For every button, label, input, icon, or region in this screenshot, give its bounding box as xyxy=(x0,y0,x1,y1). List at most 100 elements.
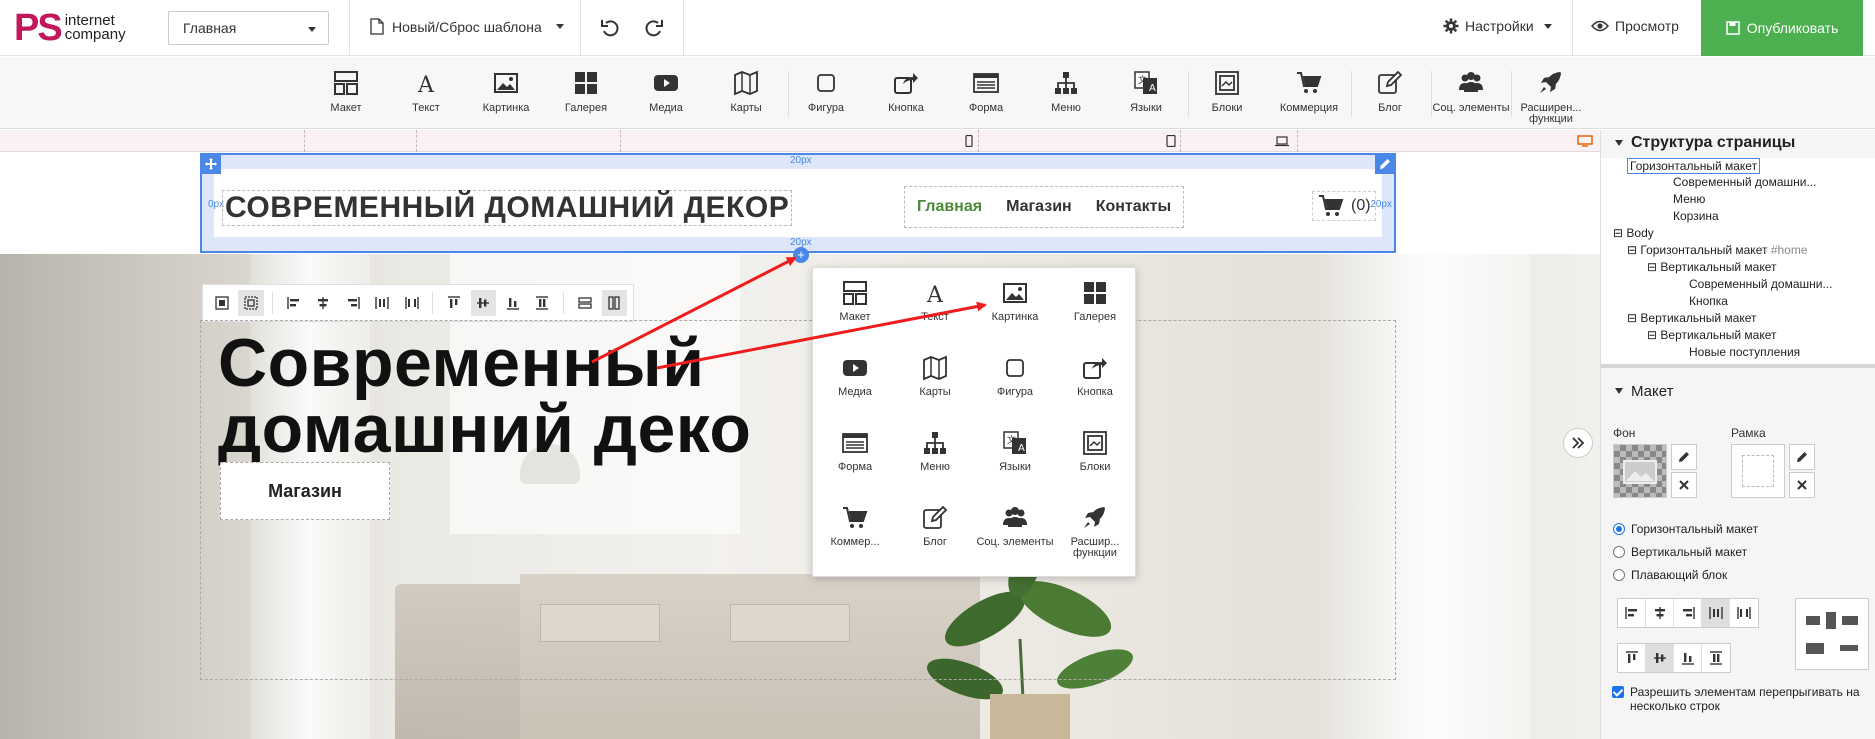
popup-item-social[interactable]: Соц. элементы xyxy=(975,493,1055,563)
mobile-icon[interactable] xyxy=(964,135,974,147)
tree-node[interactable]: ⊟ Body xyxy=(1613,226,1654,240)
tool-layout[interactable]: Макет xyxy=(307,57,385,129)
tool-social[interactable]: Соц. элементы xyxy=(1432,57,1510,129)
tree-node[interactable]: ⊟ Горизонтальный макет #home xyxy=(1627,243,1808,257)
padding-toggle[interactable] xyxy=(238,290,264,316)
popup-item-languages[interactable]: A文 Языки xyxy=(975,418,1055,488)
align-center-button[interactable] xyxy=(310,290,335,316)
template-button[interactable]: Новый/Сброс шаблона xyxy=(370,18,564,35)
undo-button[interactable] xyxy=(598,16,622,40)
h-space-between-button[interactable] xyxy=(1730,599,1758,627)
v-align-middle-button[interactable] xyxy=(1646,644,1674,672)
tool-advanced[interactable]: Расширен... функции xyxy=(1512,57,1590,129)
settings-menu[interactable]: Настройки xyxy=(1443,18,1552,34)
edit-background-button[interactable] xyxy=(1671,444,1697,470)
popup-item-form[interactable]: Форма xyxy=(815,418,895,488)
tool-languages[interactable]: A文 Языки xyxy=(1107,57,1185,129)
popup-item-blocks[interactable]: Блоки xyxy=(1055,418,1135,488)
clear-border-button[interactable] xyxy=(1789,472,1815,498)
tool-shape[interactable]: Фигура xyxy=(787,57,865,129)
tool-button[interactable]: Кнопка xyxy=(867,57,945,129)
background-swatch[interactable] xyxy=(1613,444,1667,498)
tool-gallery[interactable]: Галерея xyxy=(547,57,625,129)
popup-item-button[interactable]: Кнопка xyxy=(1055,343,1135,413)
radio-vertical-layout[interactable]: Вертикальный макет xyxy=(1613,545,1747,559)
v-stretch-button[interactable] xyxy=(1702,644,1730,672)
tool-blocks[interactable]: Блоки xyxy=(1188,57,1266,129)
site-title[interactable]: СОВРЕМЕННЫЙ ДОМАШНИЙ ДЕКОР xyxy=(222,190,793,226)
popup-item-commerce[interactable]: Коммер... xyxy=(815,493,895,563)
site-menu-item-contacts[interactable]: Контакты xyxy=(1096,198,1171,216)
h-align-right-button[interactable] xyxy=(1674,599,1702,627)
stretch-vertical-button[interactable] xyxy=(530,290,555,316)
h-distribute-button[interactable] xyxy=(1702,599,1730,627)
popup-item-layout[interactable]: Макет xyxy=(815,268,895,338)
popup-item-advanced[interactable]: Расшир... функции xyxy=(1055,493,1135,563)
tree-node[interactable]: Кнопка xyxy=(1689,294,1728,308)
header-layout-selected[interactable]: 20px 0px 20px 20px СОВРЕМЕННЫЙ ДОМАШНИЙ … xyxy=(200,153,1396,263)
align-middle-button[interactable] xyxy=(470,290,497,316)
laptop-icon[interactable] xyxy=(1275,135,1289,147)
popup-item-gallery[interactable]: Галерея xyxy=(1055,268,1135,338)
tool-map[interactable]: Карты xyxy=(707,57,785,129)
horizontal-layout-button[interactable] xyxy=(601,290,628,316)
tool-form[interactable]: Форма xyxy=(947,57,1025,129)
tool-menu[interactable]: Меню xyxy=(1027,57,1105,129)
boundary-toggle[interactable] xyxy=(209,290,234,316)
redo-button[interactable] xyxy=(642,16,666,40)
popup-item-text[interactable]: A Текст xyxy=(895,268,975,338)
preview-button[interactable]: Просмотр xyxy=(1591,18,1679,34)
popup-item-image[interactable]: Картинка xyxy=(975,268,1055,338)
publish-button[interactable]: Опубликовать xyxy=(1701,0,1863,56)
hero-shop-button[interactable]: Магазин xyxy=(220,462,390,520)
wrap-mode-selector[interactable] xyxy=(1795,598,1869,670)
h-align-left-button[interactable] xyxy=(1618,599,1646,627)
tree-node[interactable]: Горизонтальный макет xyxy=(1627,158,1761,174)
popup-item-media[interactable]: Медиа xyxy=(815,343,895,413)
site-cart[interactable]: (0) xyxy=(1312,191,1376,221)
edit-border-button[interactable] xyxy=(1789,444,1815,470)
tree-node[interactable]: ⊟ Вертикальный макет xyxy=(1647,260,1777,274)
add-element-button[interactable]: + xyxy=(793,247,809,263)
edit-handle[interactable] xyxy=(1375,154,1395,174)
tool-image[interactable]: Картинка xyxy=(467,57,545,129)
tool-media[interactable]: Медиа xyxy=(627,57,705,129)
align-bottom-button[interactable] xyxy=(500,290,525,316)
tree-node[interactable]: Меню xyxy=(1673,192,1705,206)
align-left-button[interactable] xyxy=(281,290,306,316)
tool-commerce[interactable]: Коммерция xyxy=(1270,57,1348,129)
popup-item-map[interactable]: Карты xyxy=(895,343,975,413)
site-menu-item-shop[interactable]: Магазин xyxy=(1006,198,1072,216)
structure-header[interactable]: Структура страницы xyxy=(1601,130,1875,156)
tool-blog[interactable]: Блог xyxy=(1351,57,1429,129)
border-swatch[interactable] xyxy=(1731,444,1785,498)
space-between-button[interactable] xyxy=(399,290,424,316)
v-align-bottom-button[interactable] xyxy=(1674,644,1702,672)
editor-canvas[interactable]: 20px 0px 20px 20px СОВРЕМЕННЫЙ ДОМАШНИЙ … xyxy=(0,152,1600,739)
tree-node[interactable]: Новые поступления xyxy=(1689,345,1800,359)
checkbox-checked[interactable] xyxy=(1612,686,1624,698)
tablet-icon[interactable] xyxy=(1166,135,1176,147)
logo[interactable]: PS internet company xyxy=(14,9,126,47)
wrap-checkbox-row[interactable]: Разрешить элементам перепрыгивать на нес… xyxy=(1612,685,1870,713)
tree-node[interactable]: Корзина xyxy=(1673,209,1719,223)
popup-item-shape[interactable]: Фигура xyxy=(975,343,1055,413)
tool-text[interactable]: A Текст xyxy=(387,57,465,129)
popup-item-blog[interactable]: Блог xyxy=(895,493,975,563)
radio-horizontal-layout[interactable]: Горизонтальный макет xyxy=(1613,522,1758,536)
desktop-icon[interactable] xyxy=(1577,135,1593,147)
tree-node[interactable]: Современный домашни... xyxy=(1689,277,1832,291)
popup-item-menu[interactable]: Меню xyxy=(895,418,975,488)
clear-background-button[interactable] xyxy=(1671,472,1697,498)
hero-title[interactable]: Современный домашний деко xyxy=(218,329,751,463)
site-menu[interactable]: Главная Магазин Контакты xyxy=(904,186,1185,228)
panel-splitter[interactable] xyxy=(1601,364,1875,368)
layout-section-header[interactable]: Макет xyxy=(1601,378,1875,404)
distribute-button[interactable] xyxy=(369,290,394,316)
align-right-button[interactable] xyxy=(340,290,365,316)
vertical-layout-button[interactable] xyxy=(572,290,597,316)
collapse-panel-button[interactable] xyxy=(1563,428,1593,458)
h-align-center-button[interactable] xyxy=(1646,599,1674,627)
move-handle[interactable] xyxy=(201,154,221,174)
radio-floating-block[interactable]: Плавающий блок xyxy=(1613,568,1727,582)
